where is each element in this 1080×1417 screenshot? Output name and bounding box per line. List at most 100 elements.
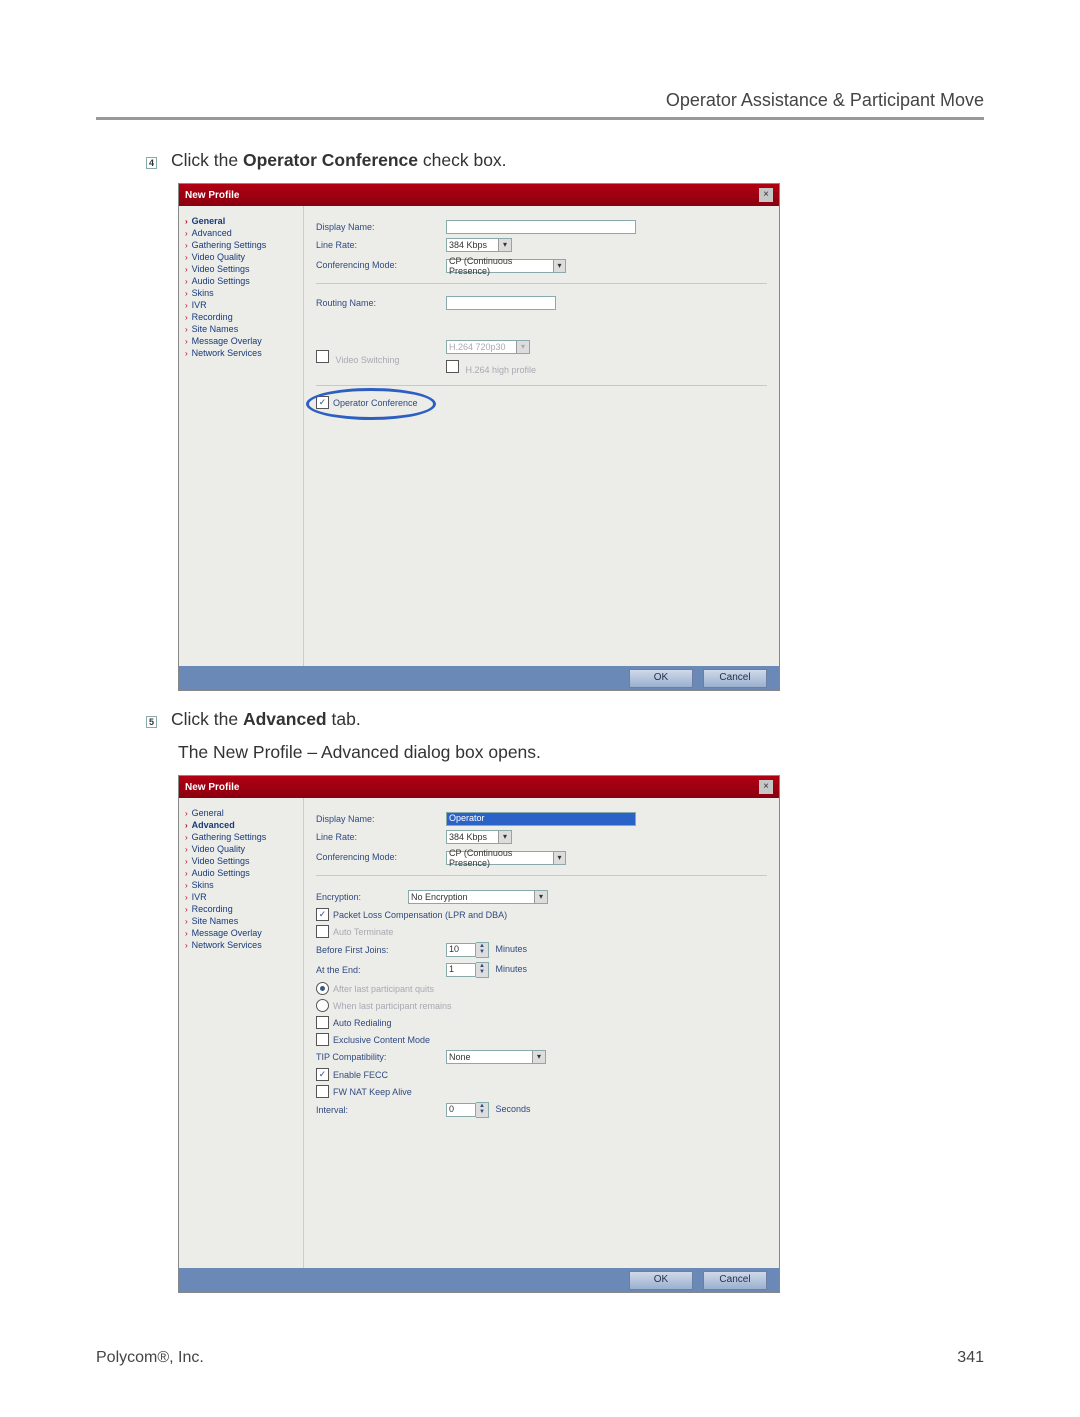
chevron-down-icon: ▾ [498,831,511,843]
chevron-right-icon: › [185,869,188,878]
step-5-result: The New Profile – Advanced dialog box op… [178,742,984,763]
chevron-right-icon: › [185,217,188,226]
display-name-input[interactable]: Operator [446,812,636,826]
chevron-right-icon: › [185,325,188,334]
auto-terminate-label: Auto Terminate [333,927,393,937]
conf-mode-select[interactable]: CP (Continuous Presence)▾ [446,851,566,865]
chevron-right-icon: › [185,821,188,830]
high-profile-label: H.264 high profile [466,365,537,375]
line-rate-select[interactable]: 384 Kbps▾ [446,830,512,844]
before-first-spinner[interactable]: 10 ▲▼ [446,942,489,958]
ok-button[interactable]: OK [629,669,693,688]
tip-select[interactable]: None▾ [446,1050,546,1064]
label-before-first: Before First Joins: [316,945,446,955]
fw-nat-checkbox[interactable] [316,1085,329,1098]
titlebar: New Profile × [179,184,779,206]
cancel-button[interactable]: Cancel [703,669,767,688]
sidebar-item-ivr[interactable]: ›IVR [185,300,297,310]
page-header: Operator Assistance & Participant Move [96,90,984,120]
dialog-title: New Profile [185,190,239,201]
chevron-right-icon: › [185,253,188,262]
sidebar: ›General›Advanced›Gathering Settings›Vid… [179,206,303,666]
sidebar-item-advanced[interactable]: ›Advanced [185,820,297,830]
sidebar-item-label: Recording [192,904,233,914]
sidebar-item-video-settings[interactable]: ›Video Settings [185,856,297,866]
button-bar: OK Cancel [179,666,779,690]
video-switching-checkbox [316,350,329,363]
close-icon[interactable]: × [759,780,773,794]
step-4: 4Click the Operator Conference check box… [146,150,984,171]
sidebar-item-video-quality[interactable]: › Video Quality [185,844,297,854]
sidebar-item-network-services[interactable]: ›Network Services [185,348,297,358]
enable-fecc-checkbox[interactable]: ✓ [316,1068,329,1081]
footer-page-number: 341 [957,1349,984,1367]
plc-label: Packet Loss Compensation (LPR and DBA) [333,910,507,920]
video-switching-label: Video Switching [336,355,400,365]
sidebar-item-label: Video Settings [192,264,250,274]
sidebar-item-recording[interactable]: ›Recording [185,312,297,322]
titlebar: New Profile × [179,776,779,798]
chevron-right-icon: › [185,241,188,250]
sidebar-item-label: Site Names [192,324,239,334]
chevron-right-icon: › [185,845,188,854]
sidebar-item-ivr[interactable]: ›IVR [185,892,297,902]
radio-when-label: When last participant remains [333,1001,452,1011]
sidebar-item-general[interactable]: ›General [185,216,297,226]
encryption-select[interactable]: No Encryption▾ [408,890,548,904]
sidebar-item-label: Video Quality [192,844,245,854]
dialog-title: New Profile [185,782,239,793]
sidebar-item-audio-settings[interactable]: ›Audio Settings [185,868,297,878]
label-display-name: Display Name: [316,222,446,232]
chevron-down-icon: ▾ [553,852,565,864]
sidebar-item-gathering-settings[interactable]: ›Gathering Settings [185,832,297,842]
sidebar-item-recording[interactable]: › Recording [185,904,297,914]
chevron-right-icon: › [185,277,188,286]
step-num: 4 [146,157,157,169]
spinner-arrows-icon: ▲▼ [476,942,489,958]
sidebar-item-video-quality[interactable]: ›Video Quality [185,252,297,262]
line-rate-select[interactable]: 384 Kbps▾ [446,238,512,252]
sidebar-item-message-overlay[interactable]: ›Message Overlay [185,336,297,346]
close-icon[interactable]: × [759,188,773,202]
cancel-button[interactable]: Cancel [703,1271,767,1290]
footer-left: Polycom®, Inc. [96,1349,204,1367]
plc-checkbox[interactable]: ✓ [316,908,329,921]
auto-redialing-checkbox[interactable] [316,1016,329,1029]
general-panel: Display Name: Line Rate: 384 Kbps▾ Confe… [303,206,779,666]
label-tip: TIP Compatibility: [316,1052,446,1062]
sidebar-item-label: Video Settings [192,856,250,866]
label-at-end: At the End: [316,965,446,975]
conf-mode-select[interactable]: CP (Continuous Presence)▾ [446,259,566,273]
sidebar-item-label: Gathering Settings [192,832,267,842]
spinner-arrows-icon: ▲▼ [476,1102,489,1118]
label-conf-mode: Conferencing Mode: [316,852,446,862]
chevron-right-icon: › [185,313,188,322]
sidebar-item-general[interactable]: ›General [185,808,297,818]
sidebar-item-skins[interactable]: ›Skins [185,288,297,298]
sidebar-item-video-settings[interactable]: ›Video Settings [185,264,297,274]
operator-conference-checkbox[interactable]: ✓ [316,396,329,409]
exclusive-content-checkbox[interactable] [316,1033,329,1046]
advanced-panel: Display Name: Operator Line Rate: 384 Kb… [303,798,779,1268]
sidebar-item-network-services[interactable]: ›Network Services [185,940,297,950]
radio-when-last-remains [316,999,329,1012]
ok-button[interactable]: OK [629,1271,693,1290]
display-name-input[interactable] [446,220,636,234]
sidebar-item-gathering-settings[interactable]: ›Gathering Settings [185,240,297,250]
sidebar-item-site-names[interactable]: ›Site Names [185,916,297,926]
sidebar-item-audio-settings[interactable]: › Audio Settings [185,276,297,286]
sidebar-item-site-names[interactable]: › Site Names [185,324,297,334]
interval-spinner[interactable]: 0 ▲▼ [446,1102,489,1118]
radio-after-label: After last participant quits [333,984,434,994]
label-line-rate: Line Rate: [316,240,446,250]
chevron-right-icon: › [185,905,188,914]
sidebar-item-advanced[interactable]: ›Advanced [185,228,297,238]
chevron-down-icon: ▾ [553,260,565,272]
at-end-spinner[interactable]: 1 ▲▼ [446,962,489,978]
sidebar-item-label: Audio Settings [192,276,250,286]
sidebar-item-skins[interactable]: ›Skins [185,880,297,890]
sidebar-item-label: General [192,808,224,818]
auto-terminate-checkbox [316,925,329,938]
routing-name-input[interactable] [446,296,556,310]
sidebar-item-message-overlay[interactable]: ›Message Overlay [185,928,297,938]
